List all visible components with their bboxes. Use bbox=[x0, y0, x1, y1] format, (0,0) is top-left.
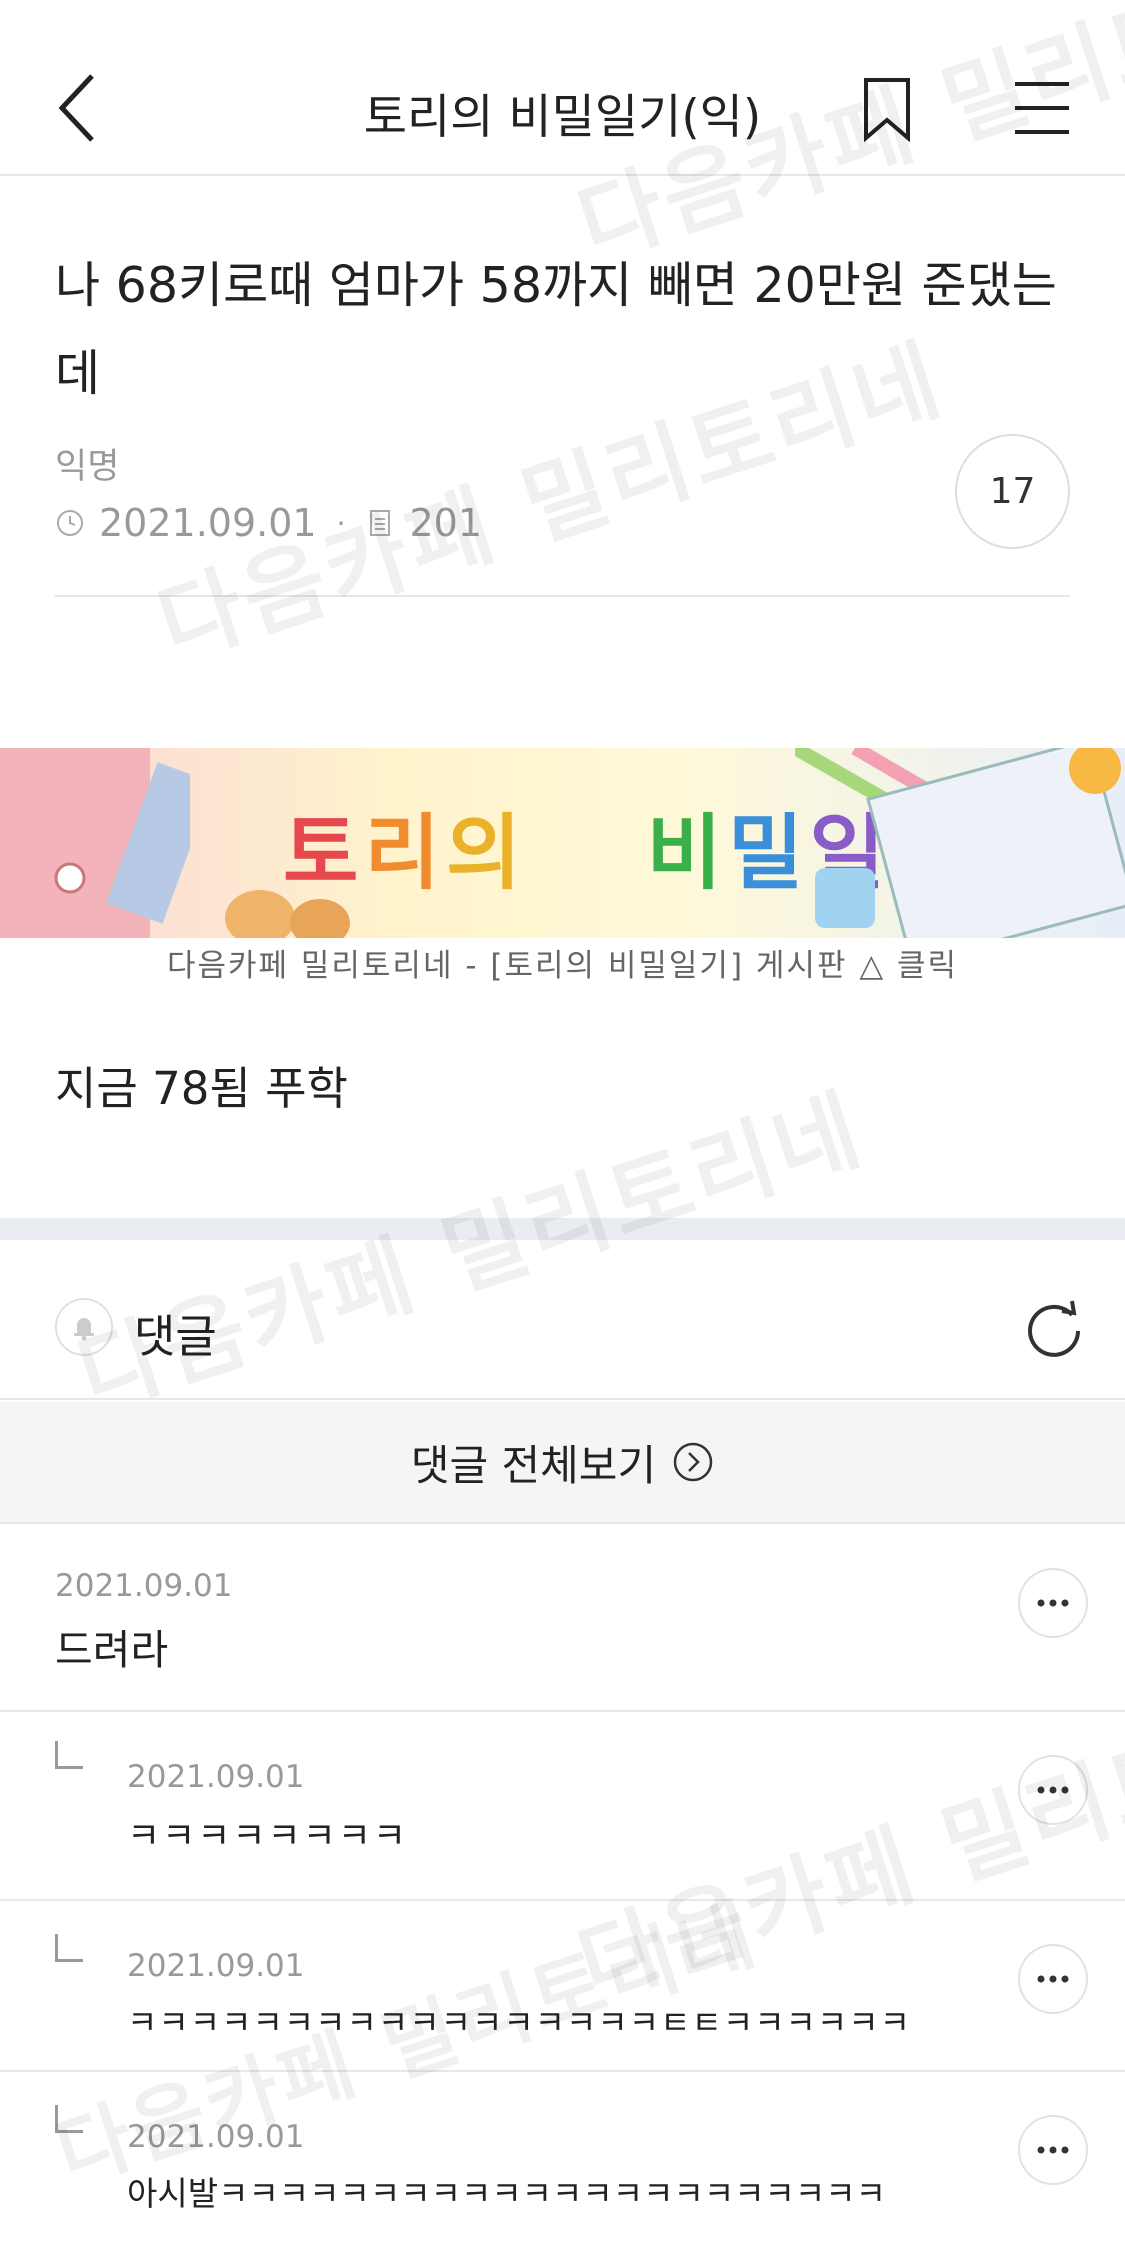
reply-comment-item: 2021.09.01 ㅋㅋㅋㅋㅋㅋㅋㅋㅋㅋㅋㅋㅋㅋㅋㅋㅋㅌㅌㅋㅋㅋㅋㅋㅋ bbox=[0, 1902, 1125, 2072]
hamburger-menu-icon bbox=[1015, 82, 1069, 134]
reply-arrow-icon bbox=[55, 1934, 83, 1962]
comment-more-button[interactable] bbox=[1018, 1568, 1088, 1638]
more-dots-icon bbox=[1037, 1786, 1069, 1794]
comment-more-button[interactable] bbox=[1018, 2115, 1088, 2185]
comment-count-button[interactable]: 17 bbox=[955, 434, 1070, 549]
stationery-illustration-icon bbox=[795, 748, 1125, 938]
clock-icon bbox=[57, 510, 83, 536]
divider bbox=[55, 595, 1070, 597]
reply-comment-item: 2021.09.01 ㅋㅋㅋㅋㅋㅋㅋㅋ bbox=[0, 1713, 1125, 1901]
comment-text: 드려라 bbox=[55, 1626, 169, 1674]
menu-button[interactable] bbox=[1013, 80, 1071, 136]
bookmark-icon bbox=[864, 78, 910, 143]
more-dots-icon bbox=[1037, 1599, 1069, 1607]
post-views: 201 bbox=[409, 501, 483, 545]
comments-label: 댓글 bbox=[134, 1310, 217, 1363]
reply-arrow-icon bbox=[55, 2105, 83, 2133]
comment-more-button[interactable] bbox=[1018, 1755, 1088, 1825]
comment-date: 2021.09.01 bbox=[127, 2119, 305, 2155]
more-dots-icon bbox=[1037, 1975, 1069, 1983]
post-author: 익명 bbox=[55, 447, 120, 487]
board-banner-image[interactable]: 토리의 비밀일기 bbox=[0, 748, 1125, 938]
comment-text: ㅋㅋㅋㅋㅋㅋㅋㅋㅋㅋㅋㅋㅋㅋㅋㅋㅋㅌㅌㅋㅋㅋㅋㅋㅋ bbox=[127, 2003, 911, 2042]
notebook-illustration-icon bbox=[0, 748, 190, 938]
comments-header: 댓글 bbox=[0, 1240, 1125, 1400]
chevron-right-circle-icon bbox=[673, 1442, 713, 1482]
post-title: 나 68키로때 엄마가 58까지 빼면 20만원 준댔는데 bbox=[55, 257, 1057, 402]
comment-date: 2021.09.01 bbox=[127, 1759, 305, 1795]
post-body: 지금 78됨 푸학 bbox=[55, 1062, 348, 1115]
comment-text: 아시발ㅋㅋㅋㅋㅋㅋㅋㅋㅋㅋㅋㅋㅋㅋㅋㅋㅋㅋㅋㅋㅋㅋ bbox=[127, 2174, 886, 2213]
refresh-button[interactable] bbox=[1022, 1295, 1086, 1359]
post-date: 2021.09.01 bbox=[99, 501, 317, 545]
notification-toggle[interactable] bbox=[55, 1298, 113, 1356]
comment-more-button[interactable] bbox=[1018, 1944, 1088, 2014]
refresh-icon bbox=[1028, 1300, 1080, 1357]
comment-date: 2021.09.01 bbox=[127, 1948, 305, 1984]
document-icon bbox=[370, 510, 391, 536]
comment-item: 2021.09.01 드려라 bbox=[0, 1526, 1125, 1712]
view-all-comments-button[interactable]: 댓글 전체보기 bbox=[0, 1402, 1125, 1524]
board-title: 토리의 비밀일기(익) bbox=[363, 90, 762, 145]
more-dots-icon bbox=[1037, 2146, 1069, 2154]
reply-arrow-icon bbox=[55, 1741, 83, 1769]
view-all-label: 댓글 전체보기 bbox=[410, 1440, 657, 1490]
banner-caption[interactable]: 다음카페 밀리토리네 - [토리의 비밀일기] 게시판 △ 클릭 bbox=[0, 940, 1125, 985]
bell-icon bbox=[74, 1318, 94, 1341]
comment-date: 2021.09.01 bbox=[55, 1568, 233, 1604]
comment-text: ㅋㅋㅋㅋㅋㅋㅋㅋ bbox=[127, 1816, 408, 1857]
reply-comment-item: 2021.09.01 아시발ㅋㅋㅋㅋㅋㅋㅋㅋㅋㅋㅋㅋㅋㅋㅋㅋㅋㅋㅋㅋㅋㅋ bbox=[0, 2073, 1125, 2245]
top-navigation-bar: 토리의 비밀일기(익) bbox=[0, 0, 1125, 176]
meta-separator: · bbox=[336, 506, 346, 540]
post-meta: 2021.09.01 · 201 bbox=[55, 498, 482, 548]
bookmark-button[interactable] bbox=[862, 76, 912, 143]
section-divider bbox=[0, 1218, 1125, 1240]
